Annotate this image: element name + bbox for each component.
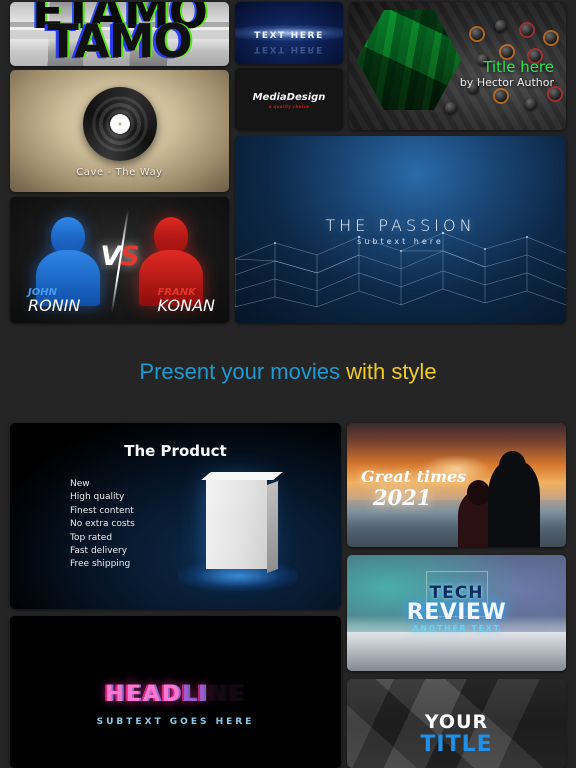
product-box-mockup	[206, 479, 267, 569]
headline-glitch-visible: HEAD	[105, 682, 183, 707]
glitch-logo-word-bottom: TAMO	[47, 14, 192, 66]
great-times-line-two: 2021	[373, 485, 432, 510]
tech-review-line-two: REVIEW	[406, 600, 507, 625]
headline-part-two: with style	[346, 359, 437, 384]
vinyl-spindle-hole	[118, 122, 121, 126]
versus-right-lastname: KONAN	[157, 296, 215, 316]
versus-left-lastname: RONIN	[28, 296, 81, 316]
versus-mark-v: V	[100, 241, 121, 272]
mixer-byline: by Hector Author	[459, 76, 554, 89]
list-item: New	[70, 479, 90, 489]
text-here-card[interactable]: TEXT HERE TEXT HERE	[235, 2, 343, 64]
list-item: Top rated	[70, 532, 113, 543]
tech-review-line-three: ANOTHER TEXT	[412, 624, 501, 633]
media-design-brand: MediaDesign	[252, 92, 326, 103]
audio-mixer-card[interactable]: Title here by Hector Author	[349, 2, 566, 130]
product-title: The Product	[124, 442, 227, 460]
list-item: Fast delivery	[70, 546, 128, 557]
your-title-line-one: YOUR	[424, 711, 489, 733]
your-title-card[interactable]: YOUR TITLE	[347, 679, 566, 768]
text-here-title: TEXT HERE	[254, 31, 324, 41]
vinyl-track-label: Cave - The Way	[76, 167, 163, 178]
studio-floor-decoration	[347, 631, 566, 671]
product-feature-list: New High quality Finest content No extra…	[70, 478, 135, 572]
headline-glitch-faded: NE	[208, 682, 246, 707]
versus-left-name: JOHN RONIN	[28, 287, 81, 316]
tech-review-card[interactable]: TECH REVIEW ANOTHER TEXT	[347, 555, 566, 671]
media-design-tagline: a quality choice	[268, 104, 310, 109]
headline-glitch-card[interactable]: HEADLINE SUBTEXT GOES HERE	[10, 616, 341, 768]
great-times-card[interactable]: Great times 2021	[347, 423, 566, 547]
list-item: High quality	[70, 492, 125, 503]
your-title-line-two: TITLE	[420, 732, 493, 757]
versus-mark: VS	[100, 241, 139, 272]
vinyl-record-card[interactable]: Cave - The Way	[10, 70, 229, 192]
passion-title: THE PASSION	[325, 216, 476, 235]
headline-part-one: Present your movies	[139, 359, 340, 384]
list-item: Finest content	[70, 505, 134, 516]
versus-right-name: FRANK KONAN	[157, 287, 215, 316]
headline-glitch-title: HEADLINE	[10, 682, 341, 707]
media-design-card[interactable]: MediaDesign a quality choice	[235, 68, 343, 130]
mixer-title: Title here	[483, 58, 554, 76]
headline-glitch-distorted: LI	[182, 682, 209, 707]
gallery-page: ETAMO TAMO Cave - The Way VS JOHN RONIN …	[0, 0, 576, 768]
headline-glitch-subtitle: SUBTEXT GOES HERE	[96, 717, 255, 727]
great-times-line-one: Great times	[361, 467, 467, 486]
the-passion-card[interactable]: THE PASSION subtext here	[235, 136, 566, 323]
list-item: Free shipping	[70, 559, 131, 570]
vinyl-disc-icon	[82, 86, 157, 161]
versus-card[interactable]: VS JOHN RONIN FRANK KONAN	[10, 197, 229, 323]
the-product-card[interactable]: The Product New High quality Finest cont…	[10, 423, 341, 609]
text-here-reflection: TEXT HERE	[254, 44, 324, 54]
silhouette-woman-head-icon	[467, 480, 490, 505]
passion-subtitle: subtext here	[357, 237, 444, 246]
versus-mark-s: S	[120, 241, 139, 272]
silhouette-man-head-icon	[499, 451, 526, 481]
page-headline: Present your movies with style	[0, 359, 576, 385]
list-item: No extra costs	[70, 519, 135, 530]
glitch-logo-card[interactable]: ETAMO TAMO	[10, 2, 229, 66]
